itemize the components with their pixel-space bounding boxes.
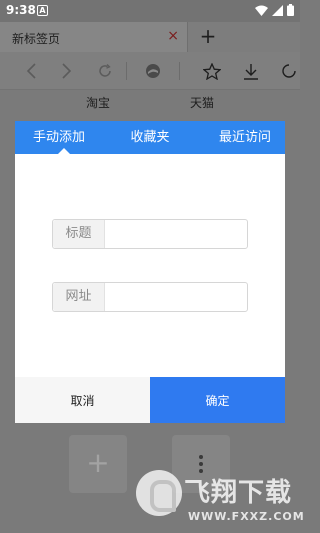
status-icons — [255, 4, 294, 16]
quick-link-taobao[interactable]: 淘宝 — [86, 94, 110, 111]
tab-strip: 新标签页 × + — [0, 22, 300, 52]
watermark: 飞翔下载 WWW.FXXZ.COM — [136, 470, 304, 528]
url-input[interactable] — [106, 283, 246, 311]
watermark-name: 飞翔下载 — [184, 478, 293, 508]
watermark-logo-icon — [136, 470, 182, 516]
status-bar: 9:38 A — [0, 0, 300, 22]
download-icon[interactable] — [240, 60, 262, 82]
watermark-url: WWW.FXXZ.COM — [188, 510, 305, 523]
tab-current[interactable]: 新标签页 × — [0, 22, 188, 52]
url-field: 网址 — [52, 282, 248, 312]
plus-icon: + — [86, 446, 110, 479]
cancel-button[interactable]: 取消 — [15, 377, 150, 423]
toolbar — [0, 52, 300, 90]
title-field: 标题 — [52, 219, 248, 249]
quick-link-tmall[interactable]: 天猫 — [190, 94, 214, 111]
dialog-tab-bar: 手动添加 收藏夹 最近访问 — [15, 121, 285, 154]
refresh-icon[interactable] — [94, 60, 116, 82]
quick-links: 淘宝 天猫 — [0, 90, 300, 120]
toolbar-divider — [179, 62, 180, 80]
signal-icon — [272, 4, 283, 16]
close-tab-icon[interactable]: × — [167, 28, 179, 44]
add-bookmark-dialog: 手动添加 收藏夹 最近访问 标题 网址 取消 确定 — [15, 121, 285, 423]
status-time: 9:38 — [6, 3, 36, 17]
star-icon[interactable] — [201, 60, 223, 82]
new-tab-button[interactable]: + — [196, 25, 220, 49]
browser-mode-icon[interactable] — [142, 60, 164, 82]
wifi-icon — [255, 5, 268, 16]
back-icon[interactable] — [20, 60, 42, 82]
history-icon[interactable] — [278, 60, 300, 82]
notification-icon: A — [37, 5, 48, 16]
url-label: 网址 — [53, 283, 105, 311]
tab-recent-visits[interactable]: 最近访问 — [205, 121, 285, 154]
title-input[interactable] — [106, 220, 246, 248]
title-label: 标题 — [53, 220, 105, 248]
toolbar-divider — [126, 62, 127, 80]
battery-icon — [287, 4, 294, 16]
add-shortcut-tile[interactable]: + — [69, 435, 127, 493]
tab-favorites[interactable]: 收藏夹 — [114, 121, 186, 154]
confirm-button[interactable]: 确定 — [150, 377, 285, 423]
tab-title: 新标签页 — [12, 32, 61, 46]
forward-icon[interactable] — [56, 60, 78, 82]
active-tab-indicator — [58, 148, 70, 154]
